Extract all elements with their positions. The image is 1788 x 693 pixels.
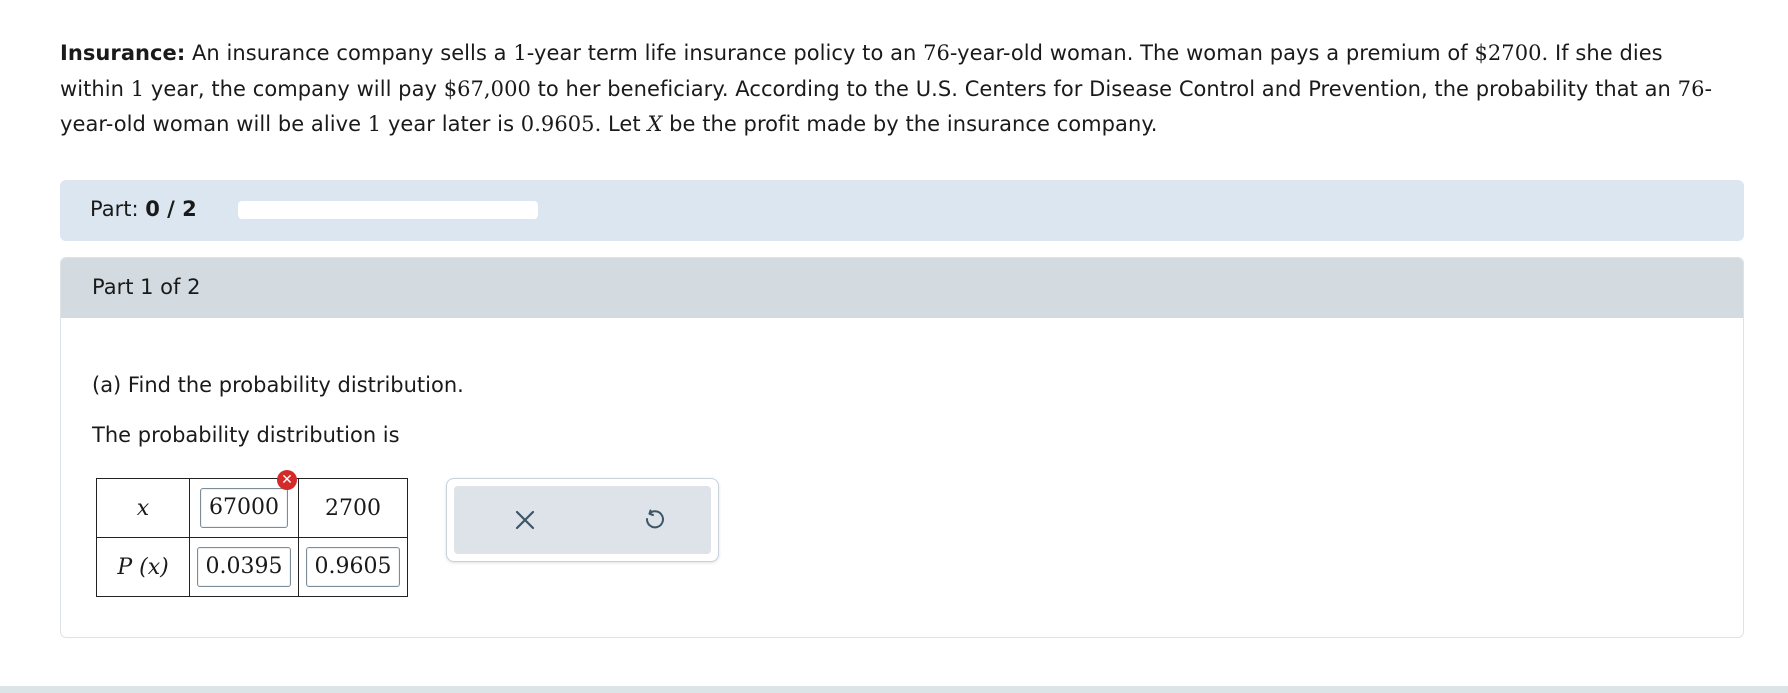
math-variable: X <box>647 112 663 136</box>
problem-text: Let <box>601 112 648 136</box>
part-header: Part 1 of 2 <box>61 258 1743 318</box>
question-text: (a) Find the probability distribution. <box>92 373 464 397</box>
close-icon <box>515 510 535 530</box>
math-term: $2700. <box>1474 41 1549 65</box>
math-term: 1 <box>130 76 145 101</box>
x-label: x <box>136 495 150 521</box>
math-term: 0.9605. <box>520 112 602 136</box>
x-value-input-1[interactable]: 67000 <box>200 488 288 528</box>
progress-panel: Part: 0 / 2 <box>60 180 1744 241</box>
progress-value: 0 / 2 <box>145 197 197 221</box>
part-header-label: Part 1 of 2 <box>92 275 201 299</box>
progress-track <box>238 201 538 219</box>
progress-label-text: Part: <box>90 197 139 221</box>
problem-text: to her beneficiary. According to the U.S… <box>530 76 1678 101</box>
px-value-input-2[interactable]: 0.9605 <box>305 547 401 587</box>
math-term: 76 <box>1677 76 1705 101</box>
problem-text: year later is <box>381 112 521 136</box>
error-icon: ✕ <box>277 470 297 490</box>
px-cell-2: 0.9605 <box>298 537 408 597</box>
clear-button[interactable] <box>505 500 545 540</box>
math-term: 1 <box>367 112 382 136</box>
x-cell-1: 67000 ✕ <box>189 470 299 538</box>
problem-text: year, the company will pay <box>144 76 444 101</box>
problem-title: Insurance: <box>60 41 186 65</box>
distribution-intro: The probability distribution is <box>92 423 400 447</box>
answer-tools-panel <box>446 478 719 562</box>
math-term: 1 <box>513 41 527 65</box>
px-header: P (x) <box>96 537 190 597</box>
x-value-2: 2700 <box>325 495 381 521</box>
footer-strip <box>0 686 1788 693</box>
x-cell-2: 2700 <box>298 478 408 538</box>
problem-statement: Insurance: An insurance company sells a … <box>60 36 1730 143</box>
undo-button[interactable] <box>634 500 674 540</box>
px-label: P (x) <box>117 554 169 580</box>
problem-text: be the profit made by the insurance comp… <box>662 112 1158 136</box>
problem-text: -year term life insurance policy to an <box>526 41 924 65</box>
x-header: x <box>96 478 190 538</box>
math-term: 76 <box>923 41 950 65</box>
table-row-x: x 67000 ✕ 2700 <box>96 470 408 538</box>
undo-icon <box>645 509 664 529</box>
part-card: Part 1 of 2 (a) Find the probability dis… <box>60 257 1744 638</box>
table-row-px: P (x) 0.0395 0.9605 <box>96 537 408 597</box>
px-value-input-1[interactable]: 0.0395 <box>196 547 292 587</box>
answer-tools-bar <box>454 486 711 554</box>
math-term: $67,000 <box>443 76 531 101</box>
px-cell-1: 0.0395 <box>189 537 299 597</box>
problem-text: -year-old woman. The woman pays a premiu… <box>949 41 1475 65</box>
progress-label: Part: 0 / 2 <box>90 197 197 221</box>
problem-text: An insurance company sells a <box>185 41 514 65</box>
probability-distribution-table: x 67000 ✕ 2700 P (x) 0.0395 0.9605 <box>96 470 408 597</box>
